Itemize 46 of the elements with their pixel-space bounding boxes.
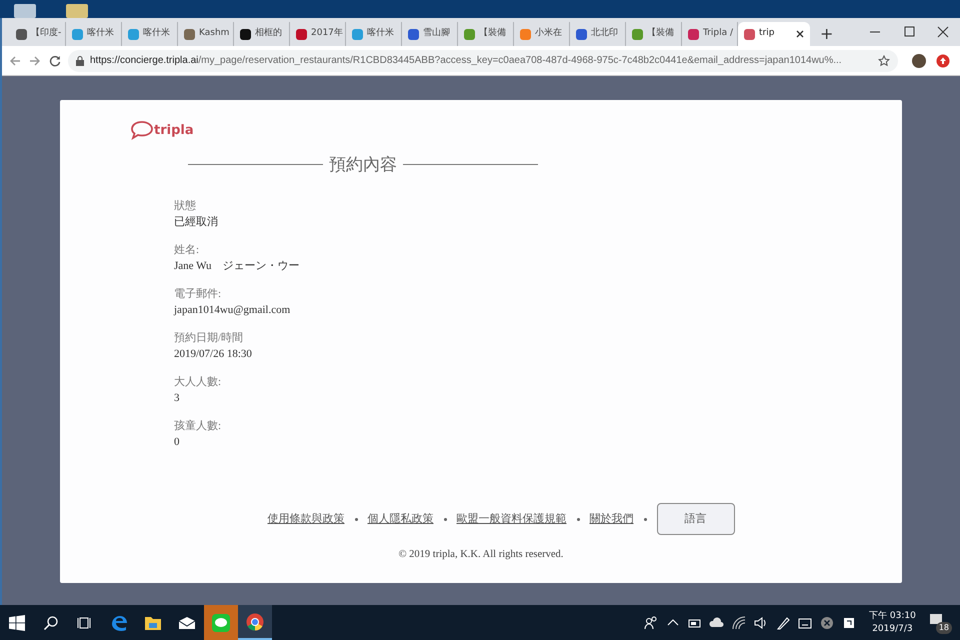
people-icon[interactable] (643, 614, 659, 630)
tripla-logo[interactable]: tripla (130, 120, 832, 140)
url-text: https://concierge.tripla.ai/my_page/reservation_restaurants/R1CBD83445ABB?access_key=c0aea708-487d-4968-975c-7c48b2c0441e&email_address=japan1014wu%... (90, 54, 842, 68)
profile-avatar[interactable] (912, 54, 926, 68)
browser-icon[interactable] (238, 605, 272, 640)
reload-icon[interactable] (48, 54, 62, 68)
chat-app-icon[interactable] (204, 605, 238, 640)
field-label: 姓名: (174, 242, 200, 258)
date-text: 2019/7/3 (871, 622, 914, 636)
field-value: Jane Wu ジェーン・ウー (174, 258, 301, 274)
field-label: 孩童人數: (174, 418, 222, 434)
bullet-dot (644, 518, 646, 521)
extension-icon[interactable] (936, 54, 950, 68)
clock[interactable]: 下午 03:10 2019/7/3 (863, 610, 922, 636)
field-value: 0 (174, 434, 180, 450)
field-value: 已經取消 (174, 214, 219, 230)
footer-link[interactable]: 關於我們 (590, 511, 634, 528)
new-tab-button[interactable]: + (810, 22, 844, 46)
close-icon[interactable] (796, 30, 804, 38)
footer-link[interactable]: 歐盟一般資料保護規範 (456, 511, 566, 528)
address-bar[interactable]: https://concierge.tripla.ai/my_page/reservation_restaurants/R1CBD83445ABB?access_key=c0aea708-487d-4968-975c-7c48b2c0441e&email_address=japan1014wu%... (68, 50, 898, 72)
copyright-text: © 2019 tripla, K.K. All rights reserved. (398, 548, 564, 562)
field-value: japan1014wu@gmail.com (174, 302, 292, 318)
footer-link[interactable]: 使用條款與政策 (268, 511, 344, 528)
star-icon[interactable] (878, 54, 890, 66)
field-label: 狀態 (174, 198, 197, 214)
field-value: 3 (174, 390, 180, 406)
field-label: 大人人數: (174, 374, 222, 390)
browser-tab[interactable]: trip (738, 22, 810, 46)
lock-icon (76, 56, 84, 66)
bullet-dot (354, 518, 358, 521)
field-value: 2019/07/26 18:30 (174, 346, 253, 362)
notification-badge: 18 (936, 622, 952, 634)
time-text: 下午 03:10 (869, 610, 916, 622)
close-circle-icon[interactable] (819, 614, 835, 630)
bullet-dot (576, 518, 580, 521)
wifi-icon[interactable] (731, 614, 747, 630)
footer-link[interactable]: 個人隱私政策 (368, 511, 434, 528)
bullet-dot (444, 518, 446, 521)
language-button[interactable]: 語言 (656, 503, 734, 536)
forward-icon[interactable] (28, 54, 42, 68)
pen-icon[interactable] (775, 614, 791, 630)
field-label: 預約日期/時間 (174, 330, 244, 346)
section-title: 預約內容 (329, 154, 397, 176)
back-icon[interactable] (8, 54, 22, 68)
field-label: 電子郵件: (174, 286, 222, 302)
